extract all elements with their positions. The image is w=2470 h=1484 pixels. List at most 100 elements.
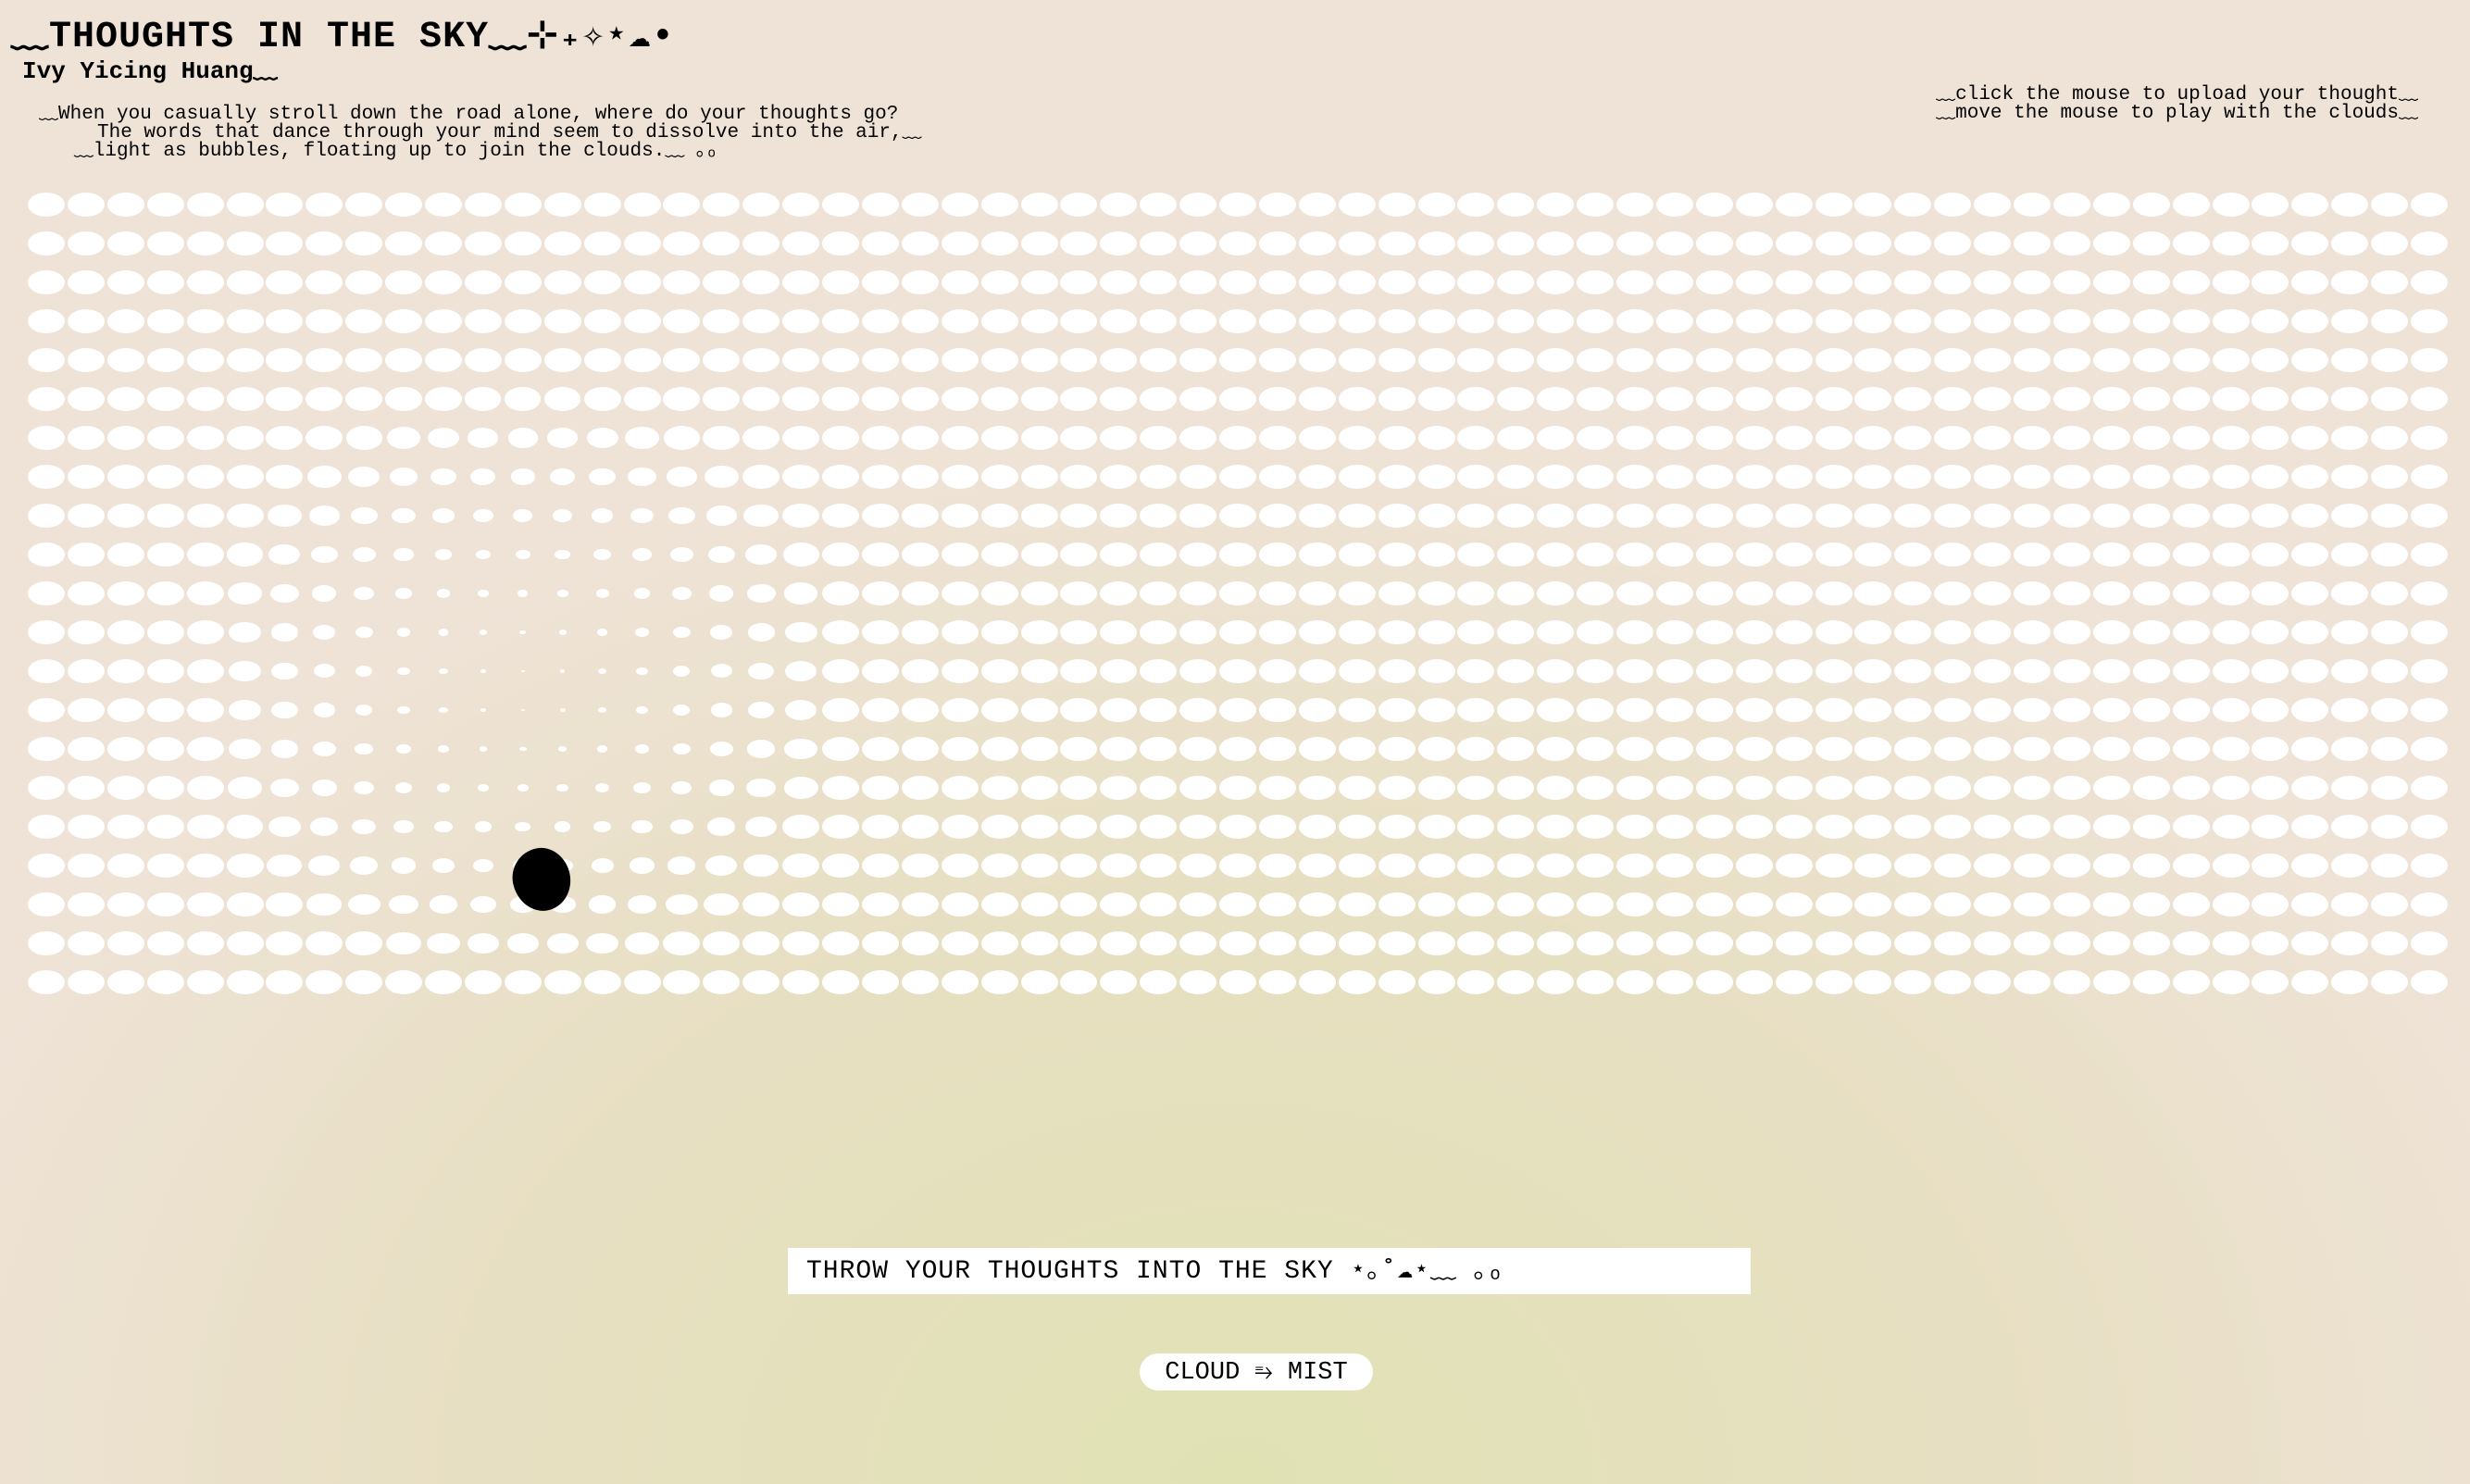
cloud-puff [1457,659,1495,683]
cloud-puff [1338,309,1376,333]
cloud-puff [861,270,899,294]
cloud-puff [1854,309,1892,333]
cloud-puff [901,854,939,878]
cloud-puff [901,542,939,567]
cloud-puff [1140,970,1178,994]
cloud-puff [1378,931,1416,955]
cloud-puff [1100,504,1138,528]
cloud-puff [1894,698,1932,722]
cloud-puff [1140,542,1178,567]
cloud-puff [901,581,939,605]
cloud-puff [901,970,939,994]
cloud-puff [980,892,1018,917]
cloud-puff [747,701,775,719]
cloud-puff [1537,348,1575,372]
cloud-puff [2052,854,2090,878]
cloud-puff [1894,931,1932,955]
cloud-puff [782,815,819,839]
cloud-puff [784,621,817,643]
cloud-puff [861,231,899,256]
cloud-puff [822,270,859,294]
cloud-puff [425,970,462,994]
cloud-puff [1894,231,1932,256]
cloud-puff [1457,231,1495,256]
cloud-puff [311,779,337,796]
cloud-puff [2132,581,2170,605]
cloud-puff [1655,309,1693,333]
cloud-puff [1457,504,1495,528]
thought-input[interactable] [788,1248,1751,1294]
cloud-puff [519,630,527,635]
cloud-puff [1537,426,1575,450]
cloud-puff [2291,193,2329,217]
cloud-puff [1815,776,1852,800]
cloud-puff [1537,931,1575,955]
cloud-puff [1695,387,1733,411]
cloud-puff [1457,776,1495,800]
cloud-puff [558,746,568,752]
cloud-puff [980,465,1018,489]
cloud-puff [583,348,621,372]
cloud-puff [1616,387,1653,411]
cloud-puff [1338,854,1376,878]
cloud-puff [1815,737,1852,761]
cloud-puff [1735,892,1773,917]
cloud-puff [1735,542,1773,567]
cloud-puff [2014,348,2051,372]
cloud-puff [705,855,738,876]
cloud-puff [2014,854,2051,878]
cloud-puff [2014,581,2051,605]
cloud-puff [1100,892,1138,917]
cloud-puff [1695,970,1733,994]
cloud-puff [1775,931,1813,955]
cloud-puff [1298,931,1336,955]
cloud-puff [1020,309,1058,333]
cloud-puff [1577,581,1615,605]
cloud-puff [1219,542,1256,567]
cloud-puff [980,815,1018,839]
cloud-puff [146,348,184,372]
cloud-puff [2212,542,2250,567]
cloud-field[interactable] [28,193,2448,1000]
cloud-puff [475,549,492,560]
cloud-puff [1179,776,1217,800]
cloud-puff [559,708,566,712]
cloud-puff [1338,970,1376,994]
cloud-puff [186,931,224,955]
cloud-mist-toggle-button[interactable]: CLOUD ⥱ MIST [1140,1353,1373,1390]
cloud-puff [1258,348,1296,372]
cloud-puff [742,231,780,256]
cloud-puff [1735,465,1773,489]
cloud-puff [2092,465,2130,489]
cloud-puff [306,193,343,217]
cloud-puff [1815,620,1852,644]
cloud-puff [547,428,579,448]
cloud-puff [663,231,701,256]
cloud-puff [313,742,336,756]
cloud-puff [2172,737,2210,761]
cloud-puff [1060,854,1098,878]
cloud-puff [1179,387,1217,411]
cloud-puff [980,504,1018,528]
cloud-puff [2411,465,2448,489]
cloud-puff [941,970,979,994]
cloud-puff [598,668,607,674]
cloud-puff [2252,815,2289,839]
cloud-puff [186,348,224,372]
cloud-puff [266,387,304,411]
cloud-puff [1537,970,1575,994]
cloud-puff [2291,970,2329,994]
cloud-puff [266,348,304,372]
cloud-puff [2291,270,2329,294]
cloud-puff [2052,193,2090,217]
cloud-puff [268,816,301,838]
cloud-puff [1020,231,1058,256]
cloud-puff [1497,931,1535,955]
cloud-puff [1378,504,1416,528]
cloud-puff [1060,659,1098,683]
cloud-puff [2172,776,2210,800]
cloud-puff [1100,231,1138,256]
cloud-puff [1457,815,1495,839]
cloud-puff [2212,854,2250,878]
cloud-puff [67,815,105,839]
